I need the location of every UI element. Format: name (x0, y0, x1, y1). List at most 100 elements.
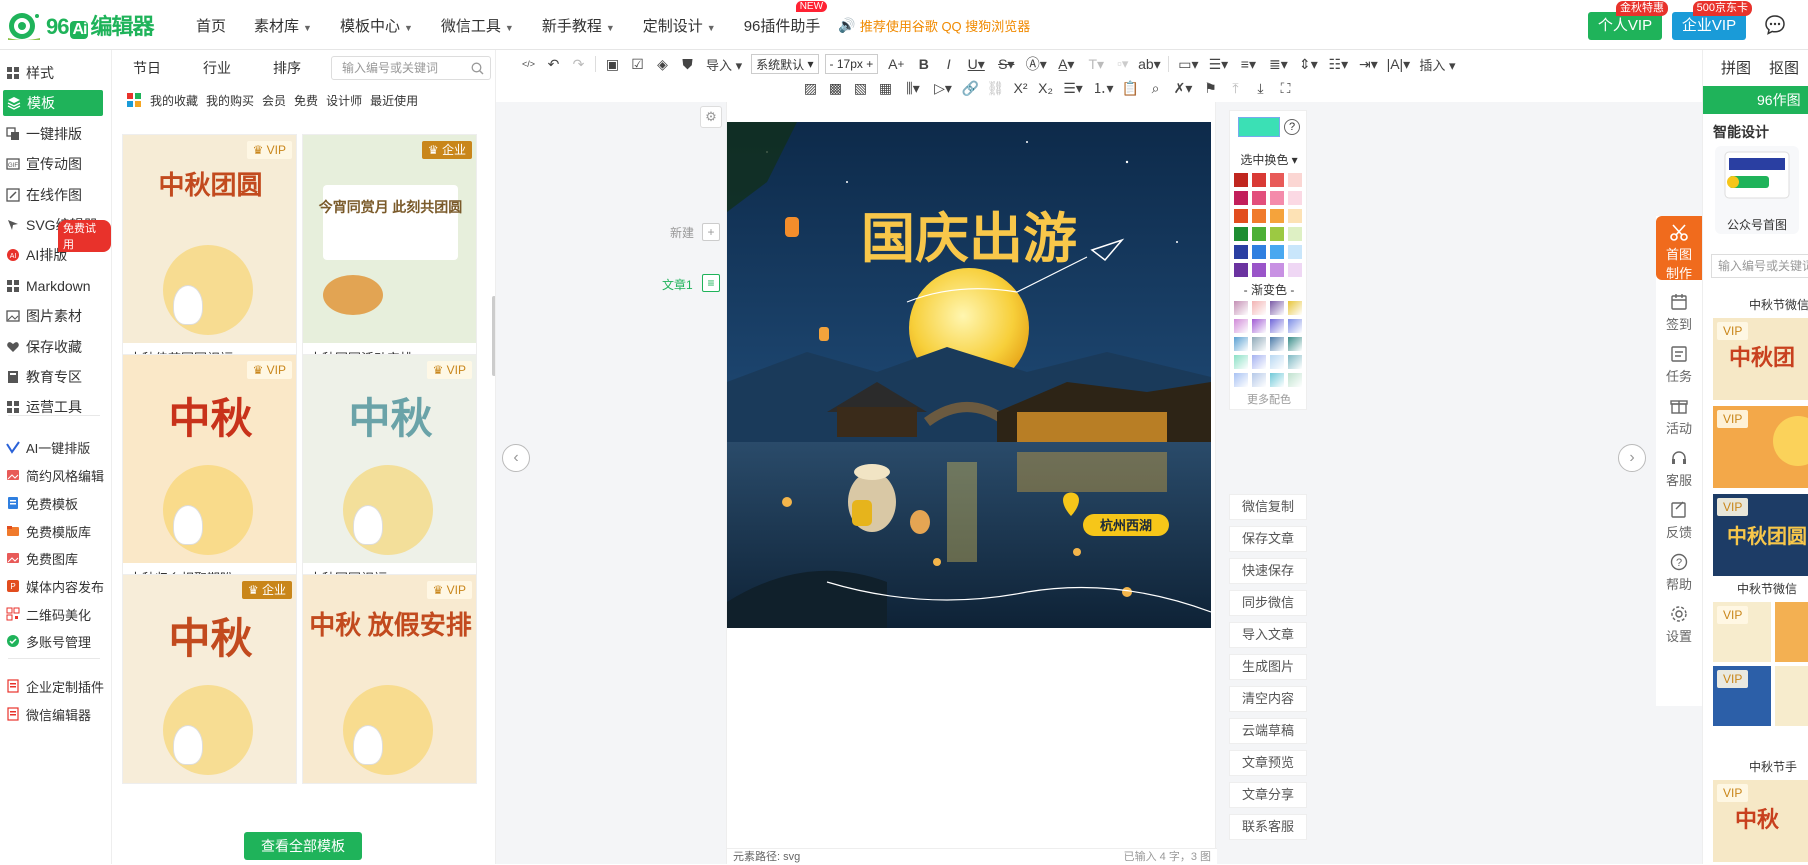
case-icon[interactable]: ab▾ (1134, 53, 1164, 75)
sidebar-extra-4[interactable]: 免费图库 (6, 545, 108, 571)
right-tool-6[interactable]: ? 帮助 (1656, 552, 1702, 593)
right-search-input[interactable]: 输入编号或关键词 (1711, 254, 1808, 278)
sidebar-item-4[interactable]: 在线作图 (6, 182, 108, 208)
right-template-thumb[interactable]: VIP (1713, 666, 1771, 726)
font-color-icon[interactable]: A̲▾ (1051, 53, 1081, 75)
redo-icon[interactable]: ↷ (566, 53, 591, 75)
paragraph-spacing-icon[interactable]: ☷▾ (1323, 53, 1353, 75)
gradient-swatch[interactable] (1288, 355, 1302, 369)
filter-designer[interactable]: 设计师 (326, 92, 362, 109)
template-card[interactable]: 中秋团圆♛ VIP中秋佳节团圆祝福 (122, 134, 297, 376)
sidebar-item-1[interactable]: 模板 (3, 90, 103, 116)
action-button-1[interactable]: 保存文章 (1229, 526, 1307, 552)
poster-image[interactable]: 国庆出游 杭州西湖 (727, 122, 1211, 628)
checklist-icon[interactable]: ☑ (625, 53, 650, 75)
color-swatch[interactable] (1288, 245, 1302, 259)
filter-member[interactable]: 会员 (262, 92, 286, 109)
import-menu[interactable]: 导入 ▾ (706, 55, 742, 74)
color-swatch[interactable] (1234, 173, 1248, 187)
document-icon[interactable]: ≡ (702, 274, 720, 292)
action-button-2[interactable]: 快速保存 (1229, 558, 1307, 584)
action-button-6[interactable]: 清空内容 (1229, 686, 1307, 712)
color-swatch[interactable] (1252, 263, 1266, 277)
format-brush-icon[interactable]: ⛊ (675, 53, 700, 75)
tab-sort[interactable]: 排序 (252, 58, 322, 78)
gradient-swatch[interactable] (1252, 355, 1266, 369)
sidebar-item-0[interactable]: 样式 (6, 60, 108, 86)
template-thumbnail[interactable]: 中秋团圆 ♛ VIP (123, 135, 296, 343)
html-icon[interactable]: </> (516, 53, 541, 75)
new-doc-icon[interactable]: ▣ (600, 53, 625, 75)
enterprise-vip-button[interactable]: 企业VIP 500京东卡 (1672, 1, 1752, 40)
undo-icon[interactable]: ↶ (541, 53, 566, 75)
gradient-swatch[interactable] (1252, 337, 1266, 351)
nav-custom-design[interactable]: 定制设计 ▼ (643, 15, 716, 36)
filter-recent[interactable]: 最近使用 (370, 92, 418, 109)
sidebar-bottom-0[interactable]: 企业定制插件 (6, 673, 108, 699)
sidebar-extra-5[interactable]: P 媒体内容发布 (6, 573, 108, 599)
right-tool-2[interactable]: 任务 (1656, 344, 1702, 385)
editor-page[interactable]: 国庆出游 杭州西湖 元素路径: svg 已输入 4 字，3 图 (726, 102, 1217, 864)
letter-spacing-icon[interactable]: |A|▾ (1383, 53, 1413, 75)
nav-wechat-tools[interactable]: 微信工具 ▼ (441, 15, 514, 36)
color-swatch[interactable] (1252, 173, 1266, 187)
right-tool-7[interactable]: 设置 (1656, 604, 1702, 645)
view-all-templates-button[interactable]: 查看全部模板 (244, 832, 362, 860)
bold-icon[interactable]: B (911, 53, 936, 75)
link-icon[interactable]: 🔗 (958, 77, 983, 99)
paste-icon[interactable]: 📋 (1118, 77, 1143, 99)
line-height-icon[interactable]: ⇕▾ (1293, 53, 1323, 75)
move-bottom-icon[interactable]: ⤓ (1248, 77, 1273, 99)
editor-settings-icon[interactable]: ⚙ (700, 106, 722, 128)
superscript-icon[interactable]: X² (1008, 77, 1033, 99)
right-tool-3[interactable]: 活动 (1656, 396, 1702, 437)
gradient-swatch[interactable] (1252, 319, 1266, 333)
right-template-thumb[interactable] (1775, 602, 1808, 662)
insert-menu[interactable]: 插入 ▾ (1419, 55, 1455, 74)
nav-plugin-helper[interactable]: 96插件助手 NEW (744, 0, 828, 36)
action-button-8[interactable]: 文章预览 (1229, 750, 1307, 776)
help-icon[interactable]: ? (1284, 119, 1300, 135)
color-swatch[interactable] (1288, 191, 1302, 205)
template-card[interactable]: 中秋 放假安排 ♛ VIP (302, 574, 477, 784)
image-icon[interactable]: ▨ (798, 77, 823, 99)
gradient-swatch[interactable] (1270, 301, 1284, 315)
color-swatch[interactable] (1270, 227, 1284, 241)
nav-materials[interactable]: 素材库 ▼ (254, 15, 312, 36)
gradient-swatch[interactable] (1270, 319, 1284, 333)
border-icon[interactable]: ▭▾ (1173, 53, 1203, 75)
color-swatch[interactable] (1252, 227, 1266, 241)
font-size-select[interactable]: - 17px + (824, 54, 879, 74)
right-template-thumb[interactable] (1775, 666, 1808, 726)
align-center-icon[interactable]: ≣▾ (1263, 53, 1293, 75)
action-button-5[interactable]: 生成图片 (1229, 654, 1307, 680)
color-swatch[interactable] (1270, 173, 1284, 187)
italic-icon[interactable]: I (936, 53, 961, 75)
right-tool-4[interactable]: 客服 (1656, 448, 1702, 489)
tab-cutout[interactable]: 抠图 (1769, 57, 1799, 78)
find-replace-icon[interactable]: ⌕ (1143, 77, 1168, 99)
strikethrough-icon[interactable]: S▾ (991, 53, 1021, 75)
sidebar-extra-0[interactable]: AI一键排版 (6, 434, 108, 460)
swap-color-label[interactable]: 选中换色 ▾ (1230, 151, 1308, 168)
personal-vip-button[interactable]: 个人VIP 金秋特惠 (1588, 1, 1668, 40)
gradient-swatch[interactable] (1270, 337, 1284, 351)
transform-menu[interactable]: ▫▾ (1117, 56, 1128, 72)
cover-image-card[interactable]: 公众号首图 (1715, 146, 1799, 234)
tab-collage[interactable]: 拼图 (1721, 57, 1751, 78)
template-search-input[interactable]: 输入编号或关键词 (331, 56, 491, 80)
comment-icon[interactable]: ⚑ (1198, 77, 1223, 99)
gradient-swatch[interactable] (1234, 337, 1248, 351)
color-swatch[interactable] (1288, 209, 1302, 223)
sidebar-item-7[interactable]: Markdown (6, 273, 108, 299)
color-swatch[interactable] (1270, 263, 1284, 277)
move-top-icon[interactable]: ⤒ (1223, 77, 1248, 99)
action-button-3[interactable]: 同步微信 (1229, 590, 1307, 616)
gradient-swatch[interactable] (1270, 355, 1284, 369)
more-colors-link[interactable]: 更多配色 (1230, 391, 1308, 407)
filter-purchased[interactable]: 我的购买 (206, 92, 254, 109)
text-border-icon[interactable]: Ⓐ▾ (1021, 53, 1051, 75)
template-card[interactable]: 中秋♛ VIP中秋团圆祝福 (302, 354, 477, 596)
sidebar-extra-7[interactable]: 多账号管理 (6, 628, 108, 654)
right-template-thumb[interactable]: VIP 中秋 (1713, 780, 1808, 862)
